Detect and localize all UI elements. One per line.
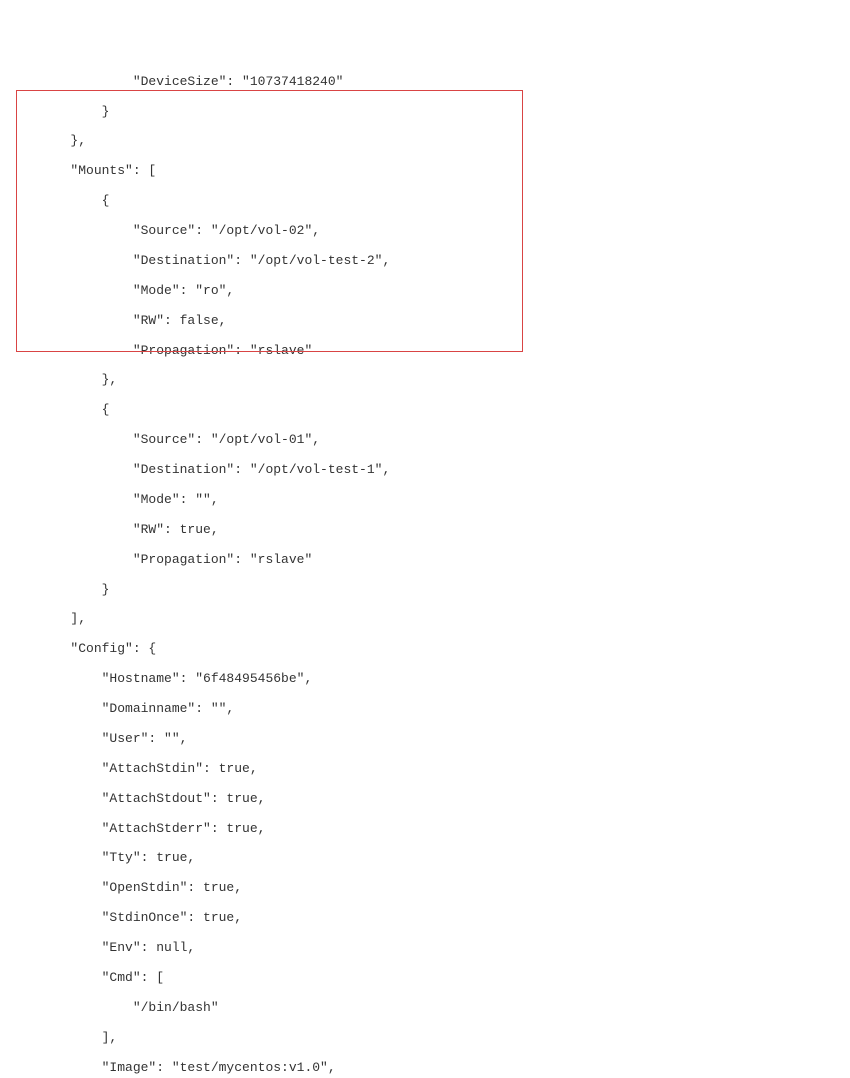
mount-open: { bbox=[8, 194, 850, 209]
mounts-footer: ], bbox=[8, 612, 850, 627]
mount-mode: "Mode": "ro", bbox=[8, 284, 850, 299]
code-line: } bbox=[8, 105, 850, 120]
config-line: ], bbox=[8, 1031, 850, 1046]
mount-propagation: "Propagation": "rslave" bbox=[8, 344, 850, 359]
mount-destination: "Destination": "/opt/vol-test-1", bbox=[8, 463, 850, 478]
mount-close: } bbox=[8, 583, 850, 598]
code-line: }, bbox=[8, 134, 850, 149]
mount-source: "Source": "/opt/vol-02", bbox=[8, 224, 850, 239]
mount-rw: "RW": true, bbox=[8, 523, 850, 538]
config-line: "AttachStdout": true, bbox=[8, 792, 850, 807]
mount-mode: "Mode": "", bbox=[8, 493, 850, 508]
config-line: "User": "", bbox=[8, 732, 850, 747]
config-line: "Image": "test/mycentos:v1.0", bbox=[8, 1061, 850, 1076]
mount-close: }, bbox=[8, 373, 850, 388]
mount-destination: "Destination": "/opt/vol-test-2", bbox=[8, 254, 850, 269]
config-line: "Env": null, bbox=[8, 941, 850, 956]
config-line: "StdinOnce": true, bbox=[8, 911, 850, 926]
config-line: "Domainname": "", bbox=[8, 702, 850, 717]
config-line: "OpenStdin": true, bbox=[8, 881, 850, 896]
config-line: "Cmd": [ bbox=[8, 971, 850, 986]
config-line: "AttachStdin": true, bbox=[8, 762, 850, 777]
config-header: "Config": { bbox=[8, 642, 850, 657]
mounts-header: "Mounts": [ bbox=[8, 164, 850, 179]
mount-open: { bbox=[8, 403, 850, 418]
mount-rw: "RW": false, bbox=[8, 314, 850, 329]
code-container: "DeviceSize": "10737418240" } }, "Mounts… bbox=[0, 45, 850, 1078]
code-line: "DeviceSize": "10737418240" bbox=[8, 75, 850, 90]
mount-source: "Source": "/opt/vol-01", bbox=[8, 433, 850, 448]
config-line: "Tty": true, bbox=[8, 851, 850, 866]
config-line: "/bin/bash" bbox=[8, 1001, 850, 1016]
config-line: "Hostname": "6f48495456be", bbox=[8, 672, 850, 687]
mount-propagation: "Propagation": "rslave" bbox=[8, 553, 850, 568]
config-line: "AttachStderr": true, bbox=[8, 822, 850, 837]
